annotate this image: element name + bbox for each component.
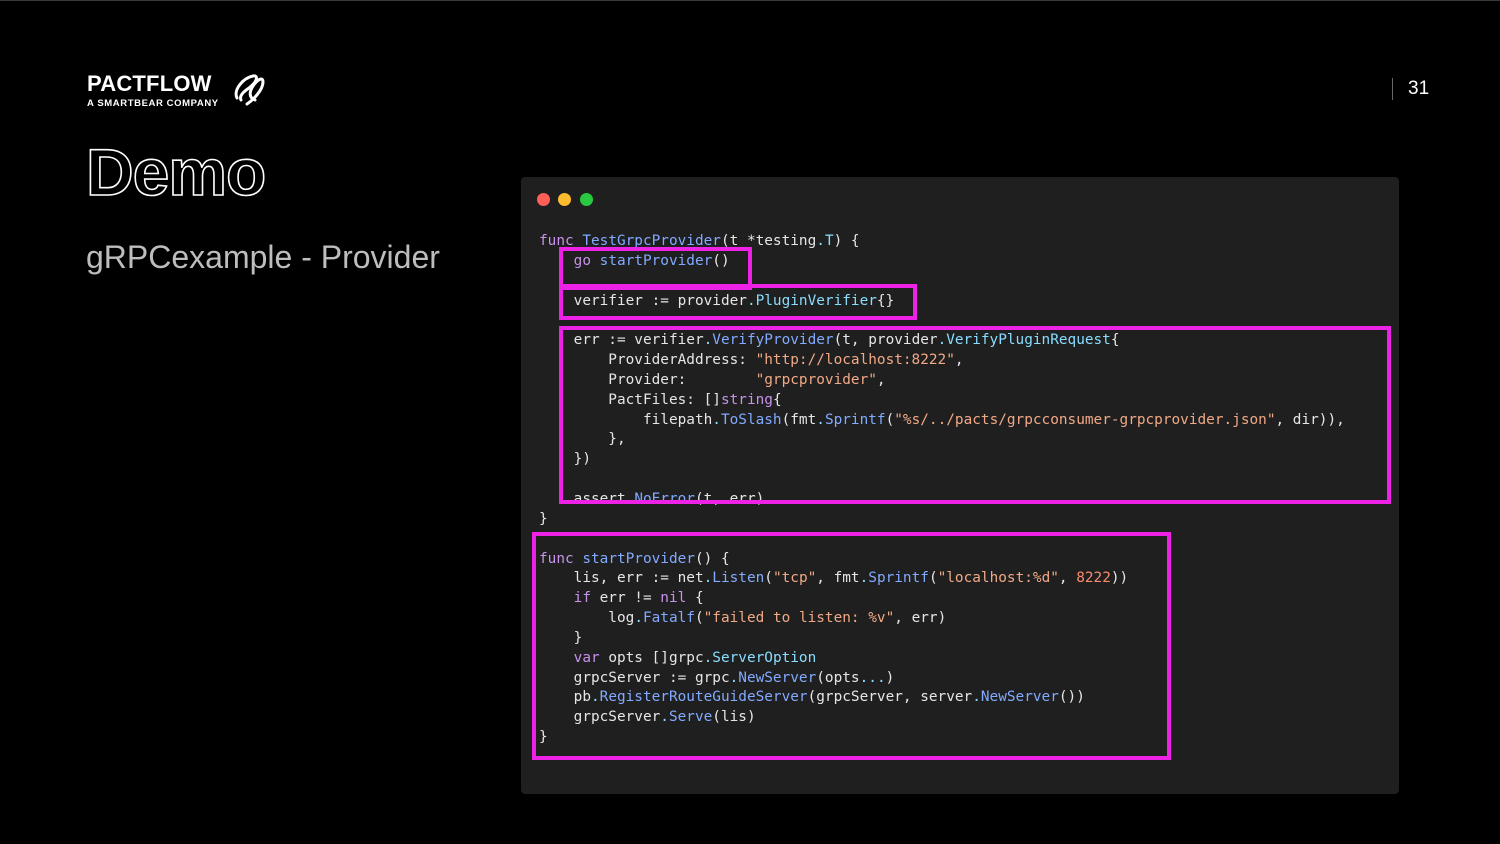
code-line: ​: [539, 530, 1345, 550]
window-close-dot: [537, 193, 550, 206]
pactflow-logo: PACTFLOW A SMARTBEAR COMPANY: [87, 72, 287, 112]
code-line: grpcServer := grpc.NewServer(opts...): [539, 669, 895, 686]
code-line: if err != nil {: [573, 590, 704, 607]
code-line: func TestGrpcProvider(t *testing.T) {: [539, 233, 860, 249]
window-maximize-dot: [580, 193, 593, 206]
code-line: ProviderAddress: "http://localhost:8222"…: [539, 352, 964, 369]
code-line: Provider: "grpcprovider",: [539, 371, 886, 388]
code-line: log.Fatalf("failed to listen: %v", err): [539, 610, 947, 627]
window-minimize-dot: [558, 193, 571, 206]
code-block: func TestGrpcProvider(t *testing.T) { go…: [539, 232, 1345, 748]
slide-title: Demo: [85, 135, 267, 209]
code-line: lis, err := net.Listen("tcp", fmt.Sprint…: [539, 570, 1129, 587]
code-line: },: [539, 431, 626, 448]
pactflow-mark-icon: [234, 74, 265, 106]
code-line: err := verifier.VerifyProvider(t, provid…: [539, 332, 1120, 349]
code-line: go startProvider(): [573, 252, 730, 269]
logo-tagline: A SMARTBEAR COMPANY: [87, 98, 219, 109]
slide-subtitle: gRPCexample - Provider: [86, 239, 440, 275]
top-border: [0, 0, 1500, 1]
code-line: }: [539, 629, 583, 646]
slide-number: 31: [1408, 78, 1430, 99]
code-line: grpcServer.Serve(lis): [539, 709, 756, 726]
code-line: ​: [539, 272, 1345, 292]
code-line: assert.NoError(t, err): [539, 490, 765, 507]
code-line: }: [539, 510, 548, 527]
code-line: func startProvider() {: [539, 550, 730, 567]
code-line: PactFiles: []string{: [539, 391, 782, 408]
code-line: }: [539, 729, 548, 746]
logo-wordmark: PACTFLOW: [87, 71, 212, 96]
code-window: func TestGrpcProvider(t *testing.T) { go…: [521, 177, 1399, 794]
slide-number-separator: [1392, 78, 1393, 100]
code-line: var opts []grpc.ServerOption: [573, 649, 817, 666]
code-line: pb.RegisterRouteGuideServer(grpcServer, …: [539, 689, 1085, 706]
code-line: verifier := provider.PluginVerifier{}: [539, 292, 895, 309]
code-line: ​: [539, 470, 1345, 490]
code-line: filepath.ToSlash(fmt.Sprintf("%s/../pact…: [539, 411, 1345, 428]
code-line: }): [539, 451, 591, 468]
code-line: ​: [539, 311, 1345, 331]
